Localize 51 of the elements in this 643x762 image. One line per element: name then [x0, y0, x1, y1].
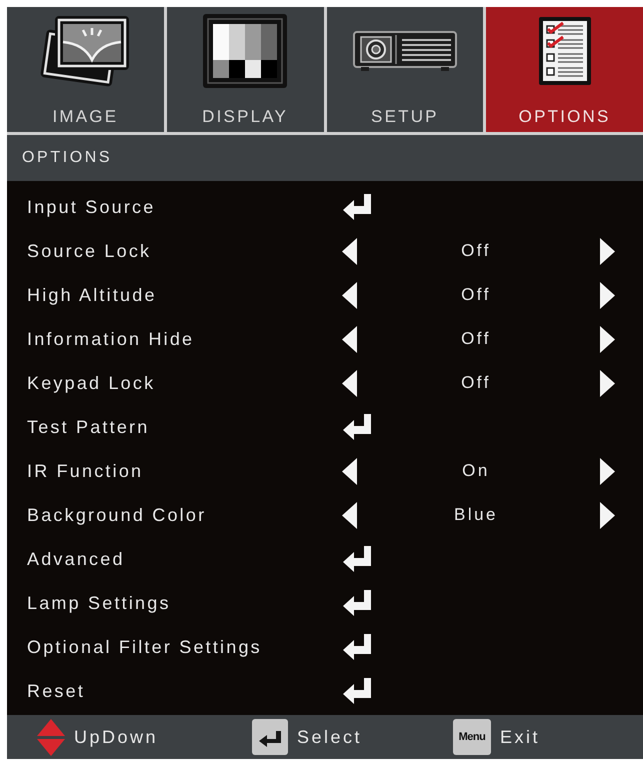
tab[interactable]: SETUP [326, 7, 484, 132]
photos-icon [39, 14, 132, 88]
menu-key: Menu [453, 719, 491, 755]
hint-label: Exit [500, 726, 540, 748]
enter-icon [342, 545, 372, 573]
left-arrow-icon[interactable] [342, 458, 357, 484]
right-arrow-icon[interactable] [600, 238, 615, 264]
menu-item[interactable]: Source Lock [27, 240, 152, 262]
menu-item[interactable]: High Altitude [27, 284, 157, 306]
option-value: Off [461, 373, 491, 393]
enter-icon [342, 677, 372, 705]
menu-item[interactable]: Advanced [27, 548, 125, 570]
left-arrow-icon[interactable] [342, 282, 357, 308]
right-arrow-icon[interactable] [600, 370, 615, 396]
hint-label: Select [297, 726, 362, 748]
left-arrow-icon[interactable] [342, 370, 357, 396]
option-value: Off [461, 329, 491, 349]
menu-item[interactable]: Lamp Settings [27, 592, 171, 614]
enter-key-icon [252, 719, 288, 755]
right-arrow-icon[interactable] [600, 326, 615, 352]
right-arrow-icon[interactable] [600, 502, 615, 528]
right-arrow-icon[interactable] [600, 458, 615, 484]
hint-label: UpDown [74, 726, 158, 748]
enter-icon [342, 589, 372, 617]
tab[interactable]: DISPLAY [166, 7, 324, 132]
left-arrow-icon[interactable] [342, 326, 357, 352]
menu-item[interactable]: Test Pattern [27, 416, 150, 438]
enter-icon [342, 633, 372, 661]
tab[interactable]: OPTIONS [486, 7, 643, 132]
enter-icon [342, 193, 372, 221]
option-value: Blue [454, 505, 498, 525]
test-pattern-icon [203, 14, 288, 88]
tab[interactable]: IMAGE [7, 7, 164, 132]
menu-item[interactable]: Optional Filter Settings [27, 636, 262, 658]
menu-item[interactable]: Background Color [27, 504, 206, 526]
menu-item[interactable]: Input Source [27, 196, 156, 218]
menu-item[interactable]: Reset [27, 680, 86, 702]
menu-item[interactable]: Information Hide [27, 328, 194, 350]
section-title: OPTIONS [7, 135, 643, 181]
left-arrow-icon[interactable] [342, 238, 357, 264]
checklist-icon [538, 17, 591, 85]
option-value: Off [461, 285, 491, 305]
option-value: On [462, 461, 490, 481]
right-arrow-icon[interactable] [600, 282, 615, 308]
projector-icon [352, 31, 457, 71]
enter-icon [342, 413, 372, 441]
option-value: Off [461, 241, 491, 261]
left-arrow-icon[interactable] [342, 502, 357, 528]
menu-item[interactable]: IR Function [27, 460, 144, 482]
menu-item[interactable]: Keypad Lock [27, 372, 156, 394]
up-down-arrows-icon [37, 718, 65, 756]
